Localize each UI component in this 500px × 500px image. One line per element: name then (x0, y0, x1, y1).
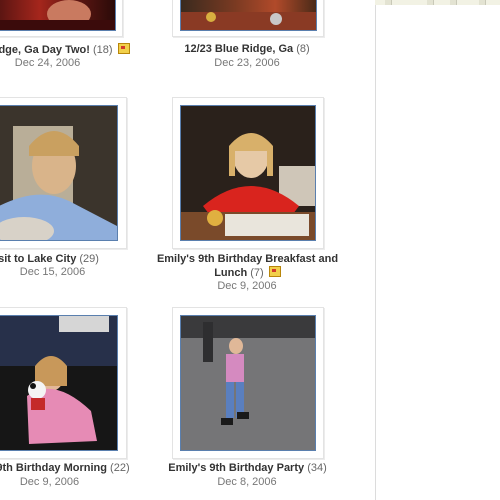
album-cover-photo[interactable] (0, 105, 118, 241)
photo-scene (181, 106, 315, 240)
album-thumbnail-frame[interactable] (172, 307, 324, 459)
comment-icon (268, 266, 281, 277)
comment-icon (117, 43, 130, 54)
album-thumbnail-frame[interactable] (172, 97, 324, 249)
album-cover-photo[interactable] (0, 315, 118, 451)
album-thumbnail-frame[interactable] (0, 97, 127, 249)
photo-object (270, 13, 282, 25)
album-date: Dec 9, 2006 (217, 280, 277, 292)
photo-face (229, 338, 243, 354)
album-date: Dec 24, 2006 (14, 57, 81, 69)
photo-toy-bow (31, 398, 45, 410)
photo-background (181, 316, 315, 338)
album-cover-photo[interactable] (180, 105, 316, 241)
album-thumbnail-frame[interactable] (172, 0, 324, 37)
album-title-text[interactable]: 12/23 Blue Ridge, Ga (184, 43, 293, 55)
album-title[interactable]: Emily's 9th Birthday Breakfast and (150, 253, 345, 266)
photo-scene (0, 316, 117, 450)
album-title[interactable]: Emily's 9th Birthday Party (34) (150, 462, 345, 475)
album-title[interactable]: isit to Lake City (29) (0, 253, 104, 266)
photo-plate (225, 214, 309, 236)
album-title-line2[interactable]: Lunch (7) (150, 266, 345, 280)
album-photo-count: (22) (110, 462, 130, 474)
photo-skate-left (221, 418, 233, 425)
album-title-text[interactable]: Emily's 9th Birthday Breakfast and (157, 253, 338, 265)
album-title-text[interactable]: Lunch (214, 267, 247, 279)
photo-scene (181, 12, 316, 30)
photo-scene (0, 106, 117, 240)
photo-jeans-left (226, 382, 234, 418)
photo-shirt (226, 354, 244, 382)
album-photo-count: (8) (296, 43, 310, 55)
album-thumbnail-frame[interactable] (0, 307, 127, 459)
photo-foreground (0, 20, 115, 30)
album-cover-photo[interactable] (180, 315, 316, 451)
photo-scene (181, 316, 315, 450)
album-title[interactable]: 9th Birthday Morning (22) (0, 462, 136, 475)
photo-frame-on-wall (59, 316, 109, 332)
photo-person-background (203, 322, 213, 362)
photo-skate-right (237, 412, 249, 419)
album-title-text[interactable]: idge, Ga Day Two! (0, 44, 90, 56)
album-photo-count: (18) (92, 44, 113, 56)
album-title[interactable]: idge, Ga Day Two! (18) (0, 43, 135, 57)
album-photo-count: (29) (79, 253, 99, 265)
photo-panda-toy (28, 381, 46, 399)
album-title-text[interactable]: Emily's 9th Birthday Party (168, 462, 304, 474)
photo-food (207, 210, 223, 226)
album-date: Dec 15, 2006 (19, 266, 86, 278)
photo-panda-ear (30, 383, 36, 389)
album-title-text[interactable]: isit to Lake City (0, 253, 76, 265)
album-title-text[interactable]: 9th Birthday Morning (0, 462, 107, 474)
photo-table (181, 12, 316, 30)
album-photo-count: (7) (250, 267, 264, 279)
album-date: Dec 9, 2006 (19, 476, 80, 488)
album-cover-photo[interactable] (0, 0, 116, 31)
photo-scene (0, 0, 115, 30)
album-date: Dec 23, 2006 (214, 57, 280, 69)
album-photo-count: (34) (307, 462, 327, 474)
album-cover-photo[interactable] (180, 0, 317, 31)
album-title[interactable]: 12/23 Blue Ridge, Ga (8) (172, 43, 322, 56)
album-date: Dec 8, 2006 (217, 476, 277, 488)
photo-object (206, 12, 216, 22)
album-thumbnail-frame[interactable] (0, 0, 123, 37)
right-sidebar-panel (375, 5, 500, 500)
